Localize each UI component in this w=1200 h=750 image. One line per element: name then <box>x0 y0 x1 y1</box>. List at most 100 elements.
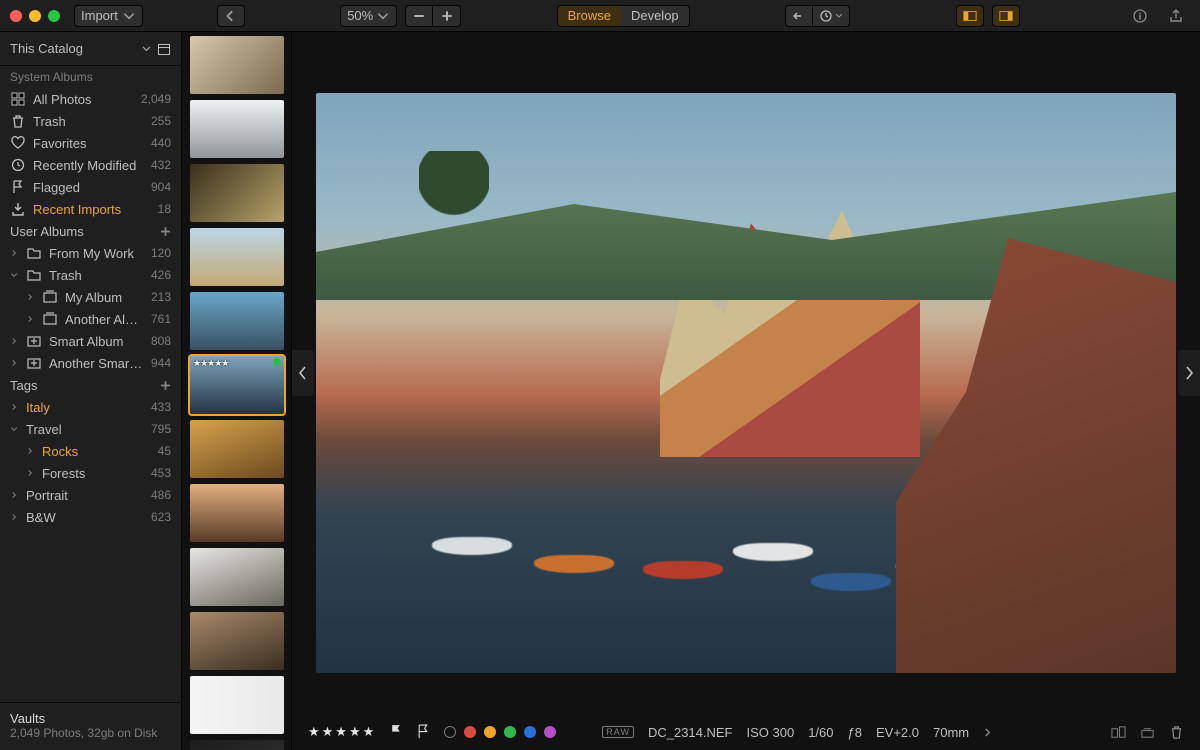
thumbnail[interactable] <box>190 228 284 286</box>
thumbnail[interactable] <box>190 740 284 750</box>
chevron-right-icon <box>26 292 34 302</box>
trash-icon[interactable] <box>1169 725 1184 740</box>
sidebar-item-label: Rocks <box>42 444 150 459</box>
back-button[interactable] <box>217 5 245 27</box>
zoom-dropdown[interactable]: 50% <box>340 5 397 27</box>
heart-icon <box>10 136 25 151</box>
sidebar-item-label: Trash <box>33 114 143 129</box>
thumbnail[interactable] <box>190 548 284 606</box>
sidebar-item-count: 18 <box>158 202 171 216</box>
import-button[interactable]: Import <box>74 5 143 27</box>
layout-right-button[interactable] <box>992 5 1020 27</box>
catalog-selector[interactable]: This Catalog <box>0 32 181 66</box>
next-photo-button[interactable] <box>1178 350 1200 396</box>
image-stage[interactable] <box>292 32 1200 714</box>
grid-icon <box>10 92 25 107</box>
share-button[interactable] <box>1162 5 1190 27</box>
color-label-dot[interactable] <box>524 726 536 738</box>
sidebar-item-count: 433 <box>151 400 171 414</box>
close-window[interactable] <box>10 10 22 22</box>
sidebar-item-smart-album[interactable]: Smart Album808 <box>0 330 181 352</box>
thumbnail[interactable] <box>190 164 284 222</box>
sidebar-item-recently-modified[interactable]: Recently Modified432 <box>0 154 181 176</box>
add-tag-button[interactable] <box>160 380 171 391</box>
thumbnail[interactable] <box>190 100 284 158</box>
thumbnail[interactable] <box>190 292 284 350</box>
color-none[interactable] <box>444 726 456 738</box>
sidebar-item-flagged[interactable]: Flagged904 <box>0 176 181 198</box>
sidebar-item-count: 255 <box>151 114 171 128</box>
sidebar-item-trash[interactable]: Trash426 <box>0 264 181 286</box>
thumb-rating: ★★★★★ <box>193 358 228 369</box>
tab-browse[interactable]: Browse <box>558 6 621 26</box>
sidebar-item-recent-imports[interactable]: Recent Imports18 <box>0 198 181 220</box>
folder-icon <box>26 246 41 261</box>
sidebar-item-another-smart-a-[interactable]: Another Smart A…944 <box>0 352 181 374</box>
compare-icon[interactable] <box>1111 725 1126 740</box>
window-traffic-lights <box>10 10 60 22</box>
main-photo[interactable] <box>316 93 1176 673</box>
thumbnail[interactable] <box>190 420 284 478</box>
sidebar-item-count: 808 <box>151 334 171 348</box>
sidebar-item-portrait[interactable]: Portrait486 <box>0 484 181 506</box>
thumbnail[interactable] <box>190 612 284 670</box>
sidebar-item-trash[interactable]: Trash 255 <box>0 110 181 132</box>
clock-icon <box>10 158 25 173</box>
info-button[interactable] <box>1126 5 1154 27</box>
sidebar-item-label: Forests <box>42 466 143 481</box>
sidebar-item-from-my-work[interactable]: From My Work 120 <box>0 242 181 264</box>
zoom-in-button[interactable] <box>433 5 461 27</box>
top-toolbar: Import 50% Browse Develop <box>0 0 1200 32</box>
chevron-down-icon <box>10 270 18 280</box>
rating-stars[interactable]: ★★★★★ <box>308 724 376 740</box>
chevron-down-icon <box>10 424 18 434</box>
sidebar-item-label: B&W <box>26 510 143 525</box>
color-label-dot[interactable] <box>504 726 516 738</box>
thumbnail-strip[interactable]: ★★★★★ <box>182 32 292 750</box>
sidebar-item-count: 120 <box>151 246 171 260</box>
sidebar-item-b-w[interactable]: B&W 623 <box>0 506 181 528</box>
thumbnail[interactable] <box>190 36 284 94</box>
color-label-dot[interactable] <box>544 726 556 738</box>
color-label-dot[interactable] <box>464 726 476 738</box>
exif-more-icon[interactable] <box>983 725 992 740</box>
color-label-dot[interactable] <box>484 726 496 738</box>
filename-label: DC_2314.NEF <box>648 725 733 740</box>
sidebar-item-label: From My Work <box>49 246 143 261</box>
sidebar-item-count: 944 <box>151 356 171 370</box>
chevron-right-icon <box>10 512 18 522</box>
layout-left-button[interactable] <box>956 5 984 27</box>
sidebar-item-count: 623 <box>151 510 171 524</box>
sidebar-item-rocks[interactable]: Rocks45 <box>0 440 181 462</box>
calendar-icon[interactable] <box>157 42 171 56</box>
maximize-window[interactable] <box>48 10 60 22</box>
sidebar-item-my-album[interactable]: My Album213 <box>0 286 181 308</box>
minimize-window[interactable] <box>29 10 41 22</box>
undo-button[interactable] <box>785 5 813 27</box>
sidebar-item-favorites[interactable]: Favorites440 <box>0 132 181 154</box>
sidebar-item-travel[interactable]: Travel795 <box>0 418 181 440</box>
history-button[interactable] <box>813 5 850 27</box>
prev-photo-button[interactable] <box>292 350 314 396</box>
chevron-right-icon <box>10 402 18 412</box>
sidebar-item-all-photos[interactable]: All Photos2,049 <box>0 88 181 110</box>
sidebar-item-label: Portrait <box>26 488 143 503</box>
stack-icon[interactable] <box>1140 725 1155 740</box>
add-album-button[interactable] <box>160 226 171 237</box>
sidebar-item-count: 440 <box>151 136 171 150</box>
sidebar-item-another-album[interactable]: Another Album761 <box>0 308 181 330</box>
zoom-out-button[interactable] <box>405 5 433 27</box>
thumbnail[interactable] <box>190 676 284 734</box>
sidebar-item-forests[interactable]: Forests453 <box>0 462 181 484</box>
thumbnail[interactable] <box>190 484 284 542</box>
tab-develop[interactable]: Develop <box>621 6 689 26</box>
flag-outline-icon[interactable] <box>417 724 430 739</box>
thumbnail[interactable]: ★★★★★ <box>190 356 284 414</box>
sidebar-item-italy[interactable]: Italy433 <box>0 396 181 418</box>
sidebar-item-count: 904 <box>151 180 171 194</box>
chevron-right-icon <box>10 490 18 500</box>
flag-solid-icon[interactable] <box>390 724 403 739</box>
sidebar-item-label: Another Album <box>65 312 143 327</box>
vaults-title: Vaults <box>10 711 171 726</box>
vaults-summary: 2,049 Photos, 32gb on Disk <box>10 726 171 740</box>
